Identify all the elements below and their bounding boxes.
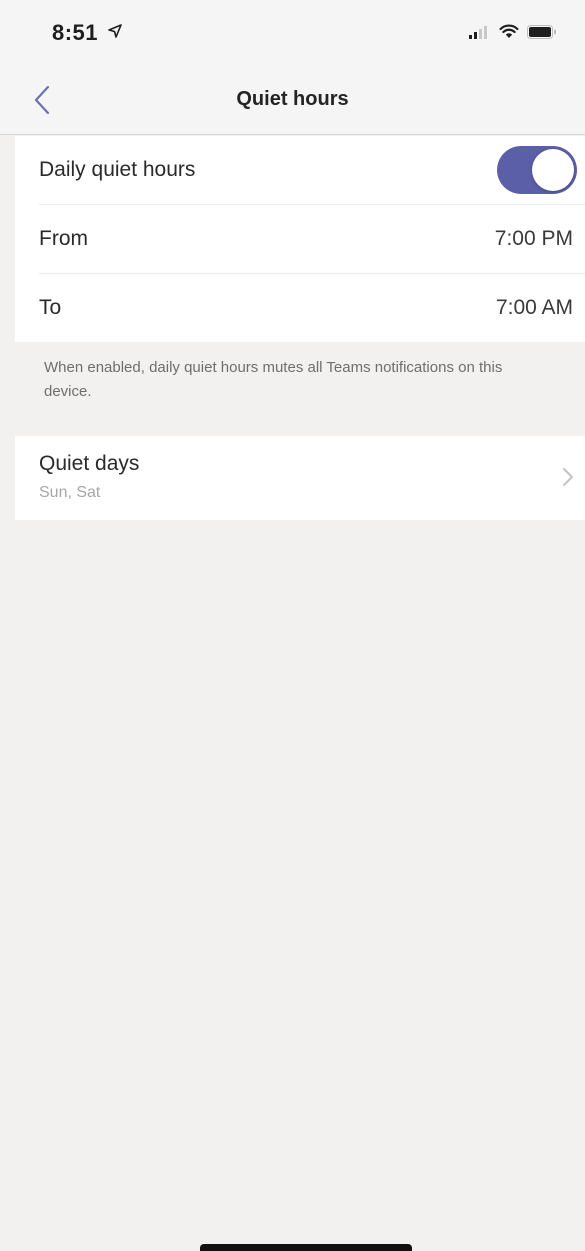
quiet-hours-description: When enabled, daily quiet hours mutes al… [44, 359, 503, 400]
chevron-right-icon [563, 468, 573, 486]
quiet-hours-group: Daily quiet hours From 7:00 PM To 7:00 A… [15, 136, 585, 342]
from-label: From [39, 227, 88, 250]
daily-quiet-hours-row: Daily quiet hours [15, 136, 585, 204]
daily-quiet-hours-toggle[interactable] [497, 146, 577, 194]
page-title: Quiet hours [236, 88, 349, 110]
quiet-days-row[interactable]: Quiet days Sun, Sat [15, 436, 585, 520]
signal-icon [469, 25, 487, 39]
location-arrow-icon [108, 24, 122, 38]
to-row[interactable]: To 7:00 AM [15, 274, 585, 342]
quiet-days-label: Quiet days [39, 452, 140, 475]
quiet-days-value: Sun, Sat [39, 484, 101, 501]
wifi-icon [499, 24, 519, 38]
battery-icon [527, 24, 556, 39]
from-time-value[interactable]: 7:00 PM [495, 227, 573, 251]
toggle-knob [532, 149, 574, 191]
home-indicator [200, 1244, 412, 1251]
nav-bar: Quiet hours [0, 66, 585, 135]
status-bar: 8:51 [0, 0, 585, 66]
status-icons [469, 24, 557, 39]
to-label: To [39, 296, 62, 319]
to-time-value[interactable]: 7:00 AM [496, 296, 573, 320]
from-row[interactable]: From 7:00 PM [15, 205, 585, 273]
daily-quiet-hours-label: Daily quiet hours [39, 158, 196, 181]
status-time: 8:51 [52, 20, 99, 45]
